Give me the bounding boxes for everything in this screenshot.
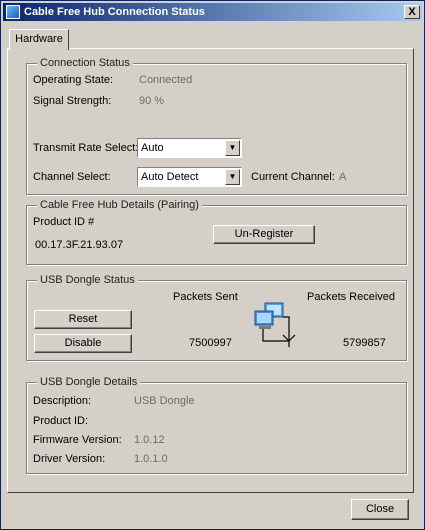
unregister-button[interactable]: Un-Register (213, 225, 315, 244)
driver-version-label: Driver Version: (33, 453, 106, 465)
packets-sent-value: 7500997 (189, 337, 232, 349)
dongle-details-group: USB Dongle Details Description: USB Dong… (26, 376, 407, 474)
signal-strength-label: Signal Strength: (33, 95, 112, 107)
description-value: USB Dongle (134, 395, 195, 407)
hub-product-id-value: 00.17.3F.21.93.07 (35, 239, 124, 251)
app-icon (6, 5, 20, 19)
transmit-rate-select[interactable]: Auto ▼ (137, 138, 242, 158)
channel-selected: Auto Detect (141, 171, 199, 183)
operating-state-value: Connected (139, 74, 193, 86)
dongle-details-legend: USB Dongle Details (37, 376, 141, 388)
window-title: Cable Free Hub Connection Status (24, 6, 205, 18)
current-channel-label: Current Channel: (251, 171, 335, 183)
status-window: Cable Free Hub Connection Status X Hardw… (0, 0, 425, 530)
chevron-down-icon[interactable]: ▼ (225, 140, 240, 156)
operating-state-label: Operating State: (33, 74, 114, 86)
current-channel-value: A (339, 171, 347, 183)
chevron-down-icon[interactable]: ▼ (225, 169, 240, 185)
dongle-status-group: USB Dongle Status Packets Sent Packets R… (26, 274, 407, 361)
tab-hardware[interactable]: Hardware (9, 29, 69, 50)
packets-sent-label: Packets Sent (173, 291, 238, 303)
driver-version-value: 1.0.1.0 (134, 453, 168, 465)
reset-button[interactable]: Reset (34, 310, 132, 329)
hub-details-group: Cable Free Hub Details (Pairing) Product… (26, 199, 407, 265)
description-label: Description: (33, 395, 92, 407)
title-close-button[interactable]: X (404, 5, 420, 19)
packets-received-label: Packets Received (307, 291, 396, 303)
dongle-product-id-label: Product ID: (33, 415, 89, 427)
transmit-rate-selected: Auto (141, 142, 164, 154)
close-button[interactable]: Close (351, 499, 409, 520)
disable-button[interactable]: Disable (34, 334, 132, 353)
connection-status-legend: Connection Status (37, 57, 133, 69)
firmware-version-value: 1.0.12 (134, 434, 165, 446)
connection-status-group: Connection Status Operating State: Conne… (26, 57, 407, 195)
title-bar[interactable]: Cable Free Hub Connection Status X (3, 3, 422, 21)
firmware-version-label: Firmware Version: (33, 434, 122, 446)
network-computer-icon (254, 302, 296, 347)
hub-product-id-label: Product ID # (33, 216, 95, 228)
packets-received-value: 5799857 (343, 337, 386, 349)
tab-panel-hardware: Connection Status Operating State: Conne… (7, 48, 414, 493)
dongle-status-legend: USB Dongle Status (37, 274, 138, 286)
signal-strength-value: 90 % (139, 95, 165, 107)
channel-select-label: Channel Select: (33, 171, 111, 183)
transmit-rate-label: Transmit Rate Select: (33, 142, 139, 154)
channel-select[interactable]: Auto Detect ▼ (137, 167, 242, 187)
hub-details-legend: Cable Free Hub Details (Pairing) (37, 199, 202, 211)
